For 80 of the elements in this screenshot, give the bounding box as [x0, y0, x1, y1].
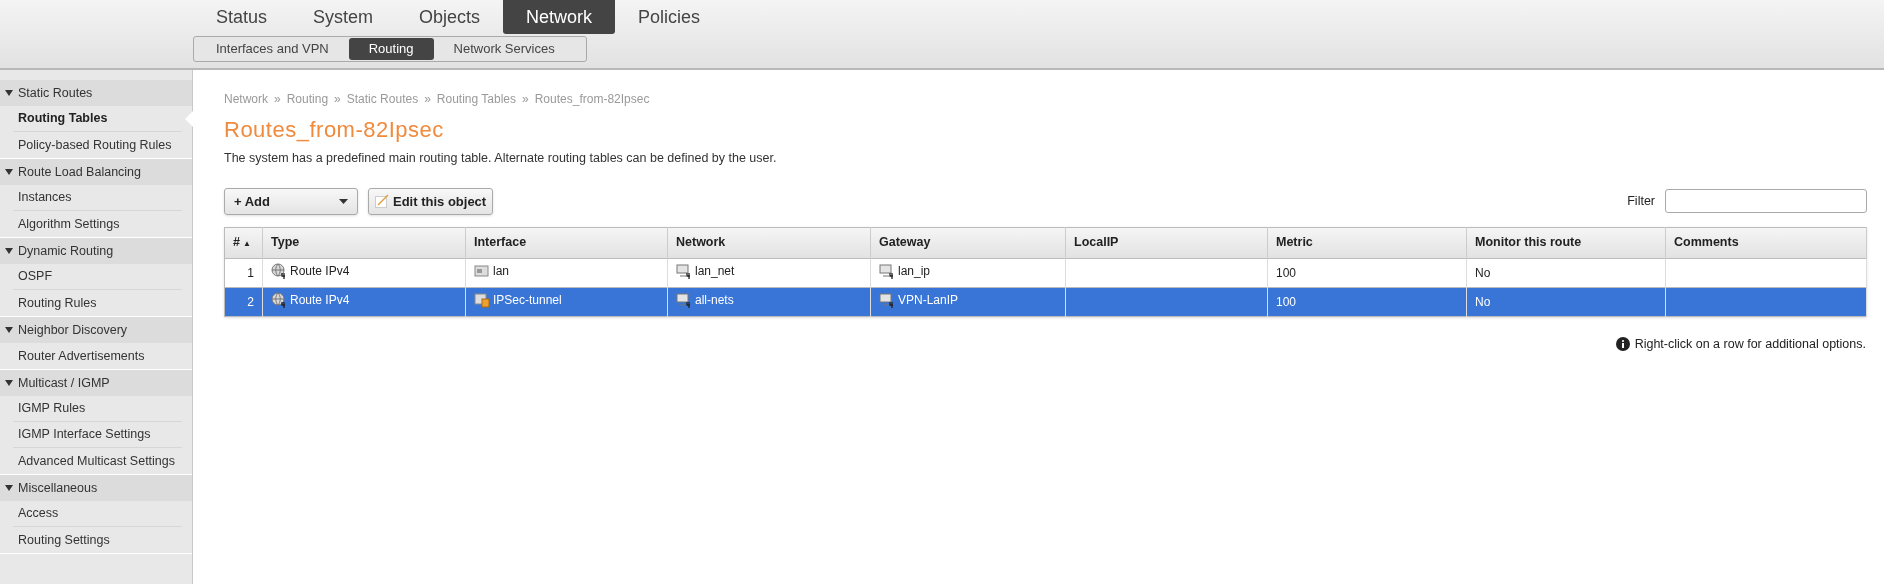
expand-arrow-icon — [5, 168, 13, 176]
table-cell: Route IPv4 — [271, 261, 350, 280]
computer-icon — [879, 291, 895, 308]
breadcrumb-separator: » — [274, 91, 281, 108]
table-row[interactable]: 2 Route IPv4 IPSec-tunnel all-nets VPN-LanIP 100 No — [224, 287, 1867, 317]
expand-arrow-icon — [5, 379, 13, 387]
table-cell: lan_ip — [879, 261, 931, 280]
sidebar-item[interactable]: Routing Settings — [13, 527, 182, 553]
page-title: Routes_from-82Ipsec — [224, 116, 445, 144]
sidebar-item[interactable]: OSPF — [13, 264, 182, 290]
table-cell-text: 2 — [247, 293, 254, 311]
table-cell-text: 100 — [1276, 264, 1297, 282]
expand-arrow-icon — [5, 89, 13, 97]
group-label: Neighbor Discovery — [18, 321, 128, 339]
sidebar-item[interactable]: Policy-based Routing Rules — [13, 132, 182, 158]
sub-tab[interactable]: Interfaces and VPN — [196, 38, 349, 60]
sidebar-item[interactable]: Router Advertisements — [13, 343, 182, 369]
globe-icon — [271, 291, 287, 308]
main-tab[interactable]: Objects — [396, 0, 504, 34]
table-cell: IPSec-tunnel — [474, 290, 562, 309]
network-card-icon — [474, 262, 490, 279]
sidebar-item[interactable]: Algorithm Settings — [13, 211, 182, 237]
sidebar-group-header[interactable]: Neighbor Discovery — [0, 317, 192, 343]
caret-icon — [339, 198, 348, 204]
main-tab[interactable]: Status — [193, 0, 291, 34]
table-cell-text: No — [1475, 264, 1491, 282]
sidebar-item[interactable]: Routing Tables — [13, 106, 182, 132]
table-cell-text: 100 — [1276, 293, 1297, 311]
breadcrumb-separator: » — [424, 91, 431, 108]
group-label: Multicast / IGMP — [18, 374, 110, 392]
selection-pointer-icon — [185, 111, 193, 127]
group-label: Dynamic Routing — [18, 242, 114, 260]
sidebar-item[interactable]: Routing Rules — [13, 290, 182, 316]
expand-arrow-icon — [5, 247, 13, 255]
sidebar-item[interactable]: Access — [13, 501, 182, 527]
table-cell-text: 1 — [247, 264, 254, 282]
sidebar-item[interactable]: Instances — [13, 185, 182, 211]
expand-arrow-icon — [5, 484, 13, 492]
table-cell: Route IPv4 — [271, 290, 350, 309]
sort-ascending-icon: ▲ — [242, 239, 251, 249]
computer-icon — [676, 262, 692, 279]
sidebar-item[interactable]: Advanced Multicast Settings — [13, 448, 182, 474]
table-cell: lan — [474, 261, 509, 280]
group-label: Miscellaneous — [18, 479, 98, 497]
table-row[interactable]: 1 Route IPv4 lan lan_net lan_ip 100 No — [224, 258, 1867, 288]
sub-tab[interactable]: Network Services — [433, 38, 575, 60]
info-icon — [1615, 337, 1630, 352]
table-cell-text: No — [1475, 293, 1491, 311]
expand-arrow-icon — [5, 326, 13, 334]
filter-field[interactable] — [1665, 189, 1867, 214]
pencil-icon — [375, 194, 389, 209]
edit-object-button[interactable]: Edit this object — [368, 187, 494, 215]
breadcrumb-separator: » — [522, 91, 529, 108]
main-tab[interactable]: System — [290, 0, 397, 34]
main-tab[interactable]: Policies — [615, 0, 724, 34]
sidebar-group-header[interactable]: Route Load Balancing — [0, 159, 192, 185]
table-cell: VPN-LanIP — [879, 290, 959, 309]
sidebar-group-header[interactable]: Static Routes — [0, 80, 192, 106]
main-tab[interactable]: Network — [503, 0, 616, 34]
add-dropdown-button[interactable]: + Add — [224, 187, 358, 215]
table-cell: all-nets — [676, 290, 734, 309]
sub-tab[interactable]: Routing — [348, 38, 434, 60]
page-description: The system has a predefined main routing table. Alternate routing tables can be defined by the user. — [224, 150, 778, 167]
computer-icon — [676, 291, 692, 308]
computer-icon — [879, 262, 895, 279]
add-label: + Add — [234, 192, 270, 211]
sidebar-group-header[interactable]: Miscellaneous — [0, 475, 192, 501]
tunnel-icon — [474, 291, 490, 308]
group-label: Route Load Balancing — [18, 163, 141, 181]
edit-label: Edit this object — [393, 192, 487, 211]
sidebar-item[interactable]: IGMP Rules — [13, 396, 182, 422]
sidebar-item[interactable]: IGMP Interface Settings — [13, 422, 182, 448]
breadcrumb-separator: » — [334, 91, 341, 108]
globe-icon — [271, 262, 287, 279]
table-cell: lan_net — [676, 261, 735, 280]
sidebar-group-header[interactable]: Dynamic Routing — [0, 238, 192, 264]
group-label: Static Routes — [18, 84, 93, 102]
filter-label: Filter — [1627, 192, 1655, 210]
sidebar-group-header[interactable]: Multicast / IGMP — [0, 370, 192, 396]
hint-text: Right-click on a row for additional options. — [1634, 335, 1866, 353]
